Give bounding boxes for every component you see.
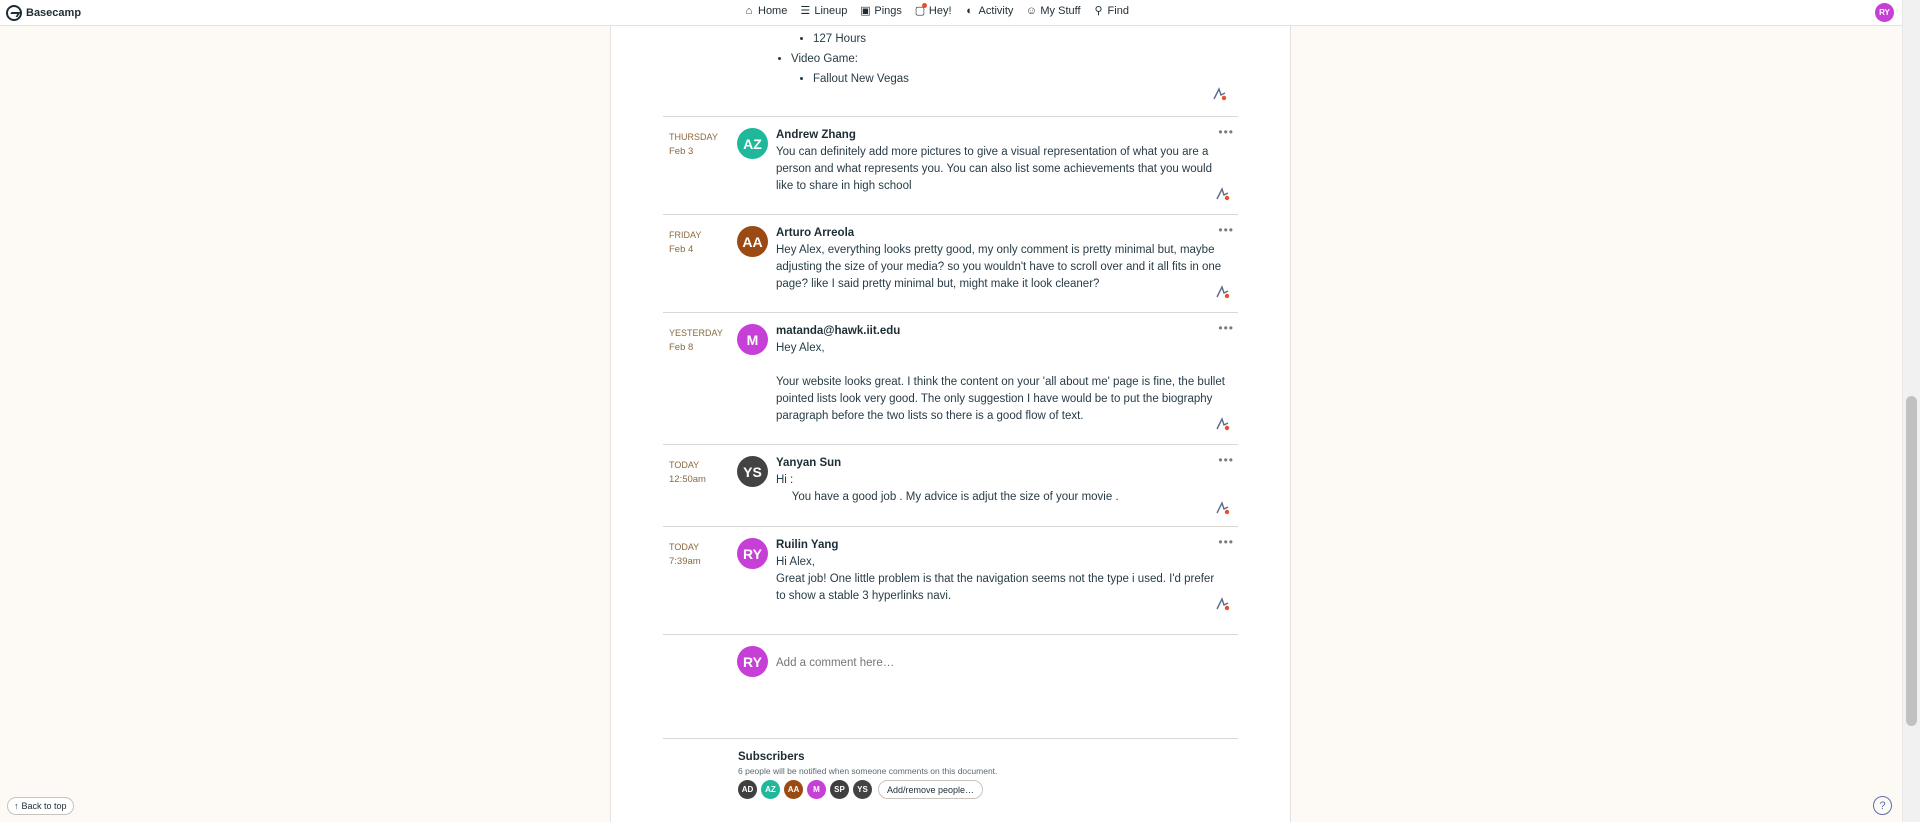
activity-icon: ◐ [966,4,973,17]
comment-date[interactable]: Feb 3 [669,145,693,158]
list-item: Fallout New Vegas [813,69,909,89]
comment-day: YESTERDAY [669,328,723,338]
basecamp-logo[interactable]: Basecamp [6,5,81,21]
pings-icon: ▣ [860,5,871,17]
nav-activity-label: Activity [978,4,1014,17]
help-button[interactable]: ? [1873,796,1892,815]
nav-find-label: Find [1107,4,1129,17]
nav-home-label: Home [758,4,788,17]
find-icon: ⚲ [1094,5,1103,17]
top-navigation: Basecamp ⌂ Home ☰ Lineup ▣ Pings ▢ Hey! … [0,0,1902,26]
comment-day: TODAY [669,542,700,552]
comment-body: You can definitely add more pictures to … [776,146,1212,192]
boost-icon[interactable] [1214,187,1230,201]
avatar[interactable]: M [737,324,768,355]
avatar[interactable]: AZ [761,780,780,799]
comment-day: THURSDAY [669,132,718,142]
comment-menu-button[interactable]: ••• [1218,223,1234,237]
list-item-label: Video Game: [791,53,858,65]
nav-pings[interactable]: ▣ Pings [859,4,902,18]
basecamp-logo-icon [6,5,22,21]
nav-activity[interactable]: ◐ Activity [964,4,1014,17]
comment-date[interactable]: 7:39am [669,555,701,568]
boost-icon[interactable] [1214,501,1230,515]
nav-my-stuff-label: My Stuff [1040,4,1081,17]
app-name: Basecamp [26,7,82,19]
nav-hey[interactable]: ▢ Hey! [914,3,952,17]
comment-author[interactable]: matanda@hawk.iit.edu [776,325,900,337]
page-scrollbar[interactable] [1902,0,1920,822]
comment: TODAY 7:39am RY Ruilin Yang Hi Alex, Gre… [663,526,1238,634]
comment: YESTERDAY Feb 8 M matanda@hawk.iit.edu H… [663,312,1238,444]
comment-menu-button[interactable]: ••• [1218,453,1234,467]
comment-author[interactable]: Arturo Arreola [776,227,854,239]
comment-menu-button[interactable]: ••• [1218,125,1234,139]
nav-lineup-label: Lineup [814,4,848,17]
comment-body: Hey Alex, everything looks pretty good, … [776,244,1222,290]
boost-icon[interactable] [1214,417,1230,431]
boost-icon[interactable] [1214,597,1230,611]
add-remove-people-button[interactable]: Add/remove people… [878,780,984,799]
list-item: Video Game: Fallout New Vegas [791,49,909,89]
nav-my-stuff[interactable]: ☺ My Stuff [1025,4,1081,17]
back-to-top-label: Back to top [21,801,67,811]
avatar[interactable]: M [807,780,826,799]
avatar[interactable]: AA [784,780,803,799]
add-comment-input[interactable] [776,653,1216,673]
avatar[interactable]: RY [737,538,768,569]
subscribers-section: Subscribers 6 people will be notified wh… [738,751,997,799]
nav-hey-label: Hey! [928,4,952,17]
comment-author[interactable]: Yanyan Sun [776,457,841,469]
comment: TODAY 12:50am YS Yanyan Sun Hi : You hav… [663,444,1238,526]
comment-date[interactable]: Feb 8 [669,341,693,354]
comment-date[interactable]: 12:50am [669,473,706,486]
main-nav: ⌂ Home ☰ Lineup ▣ Pings ▢ Hey! ◐ Activit… [743,3,1129,18]
boost-icon[interactable] [1211,87,1227,101]
comment-menu-button[interactable]: ••• [1218,321,1234,335]
subscribers-row: AD AZ AA M SP YS Add/remove people… [738,780,997,799]
comment-date[interactable]: Feb 4 [669,243,693,256]
home-icon: ⌂ [745,4,753,17]
comment-author[interactable]: Ruilin Yang [776,539,838,551]
comment-body: Hey Alex, Your website looks great. I th… [776,342,1225,422]
comment-body: Hi : You have a good job . My advice is … [776,474,1119,503]
nav-find[interactable]: ⚲ Find [1093,4,1129,18]
back-to-top-button[interactable]: ↑ Back to top [7,797,74,815]
comment-body: Hi Alex, Great job! One little problem i… [776,556,1215,602]
lineup-icon: ☰ [800,5,811,17]
user-avatar[interactable]: RY [1875,3,1894,22]
avatar[interactable]: YS [737,456,768,487]
subscribers-note: 6 people will be notified when someone c… [738,766,998,776]
avatar[interactable]: YS [853,780,872,799]
comment-day: TODAY [669,460,700,470]
hey-icon: ▢ [914,3,927,17]
avatar[interactable]: AA [737,226,768,257]
avatar[interactable]: AD [738,780,757,799]
document-card: 127 Hours Video Game: Fallout New Vegas … [610,26,1291,822]
avatar[interactable]: SP [830,780,849,799]
comment-menu-button[interactable]: ••• [1218,535,1234,549]
avatar[interactable]: AZ [737,128,768,159]
avatar: RY [737,646,768,677]
arrow-up-icon: ↑ [14,801,19,811]
add-comment-area: RY [663,634,1238,739]
comment: THURSDAY Feb 3 AZ Andrew Zhang You can d… [663,116,1238,214]
nav-home[interactable]: ⌂ Home [743,4,788,17]
list-item: 127 Hours [813,29,909,49]
nav-lineup[interactable]: ☰ Lineup [799,4,848,18]
nav-pings-label: Pings [874,4,902,17]
comment-author[interactable]: Andrew Zhang [776,129,856,141]
comment-day: FRIDAY [669,230,702,240]
previous-content-list: 127 Hours Video Game: Fallout New Vegas [773,29,909,89]
my-stuff-icon: ☺ [1025,4,1037,17]
scrollbar-thumb[interactable] [1906,396,1917,726]
comment: FRIDAY Feb 4 AA Arturo Arreola Hey Alex,… [663,214,1238,312]
boost-icon[interactable] [1214,285,1230,299]
subscribers-title: Subscribers [738,751,805,763]
